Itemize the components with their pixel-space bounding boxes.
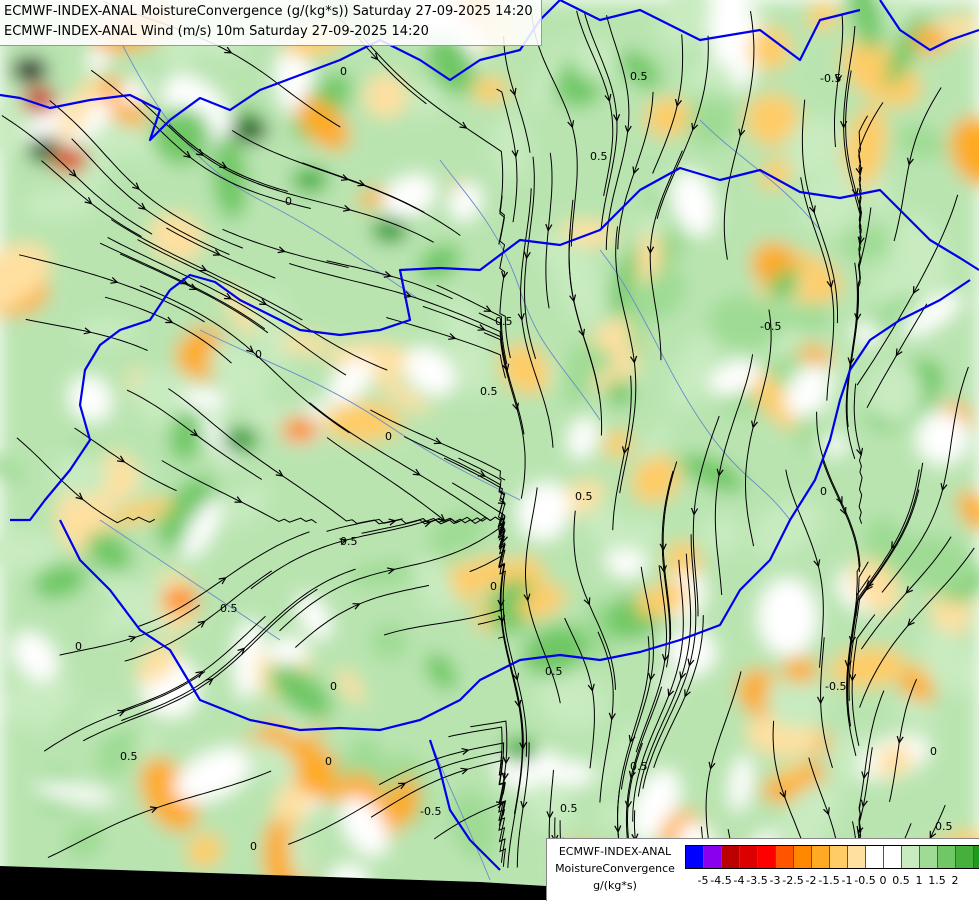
field-cell <box>282 417 318 443</box>
contour-label: 0.5 <box>575 490 593 503</box>
legend-tick: 1.5 <box>928 874 946 887</box>
contour-label: -0.5 <box>420 805 441 818</box>
contour-label: 0.5 <box>480 385 498 398</box>
legend-swatch <box>920 846 938 868</box>
title-wind: ECMWF-INDEX-ANAL Wind (m/s) 10m Saturday… <box>4 24 429 39</box>
legend-swatch <box>884 846 902 868</box>
legend-swatch <box>686 846 704 868</box>
legend-tick: -4 <box>733 874 745 887</box>
legend-swatch <box>848 846 866 868</box>
field-cell <box>232 117 268 143</box>
title-moisture-convergence: ECMWF-INDEX-ANAL MoistureConvergence (g/… <box>4 4 533 19</box>
legend-variable: MoistureConvergence <box>555 862 675 875</box>
color-legend: ECMWF-INDEX-ANAL MoistureConvergence g/(… <box>546 838 979 901</box>
contour-label: 0 <box>285 195 292 208</box>
legend-tick-labels: -5 -4.5 -4 -3.5 -3 -2.5 -2 -1.5 -1 -0.5 0 0.5 1 1.5 2 <box>685 874 975 888</box>
field-cell <box>222 427 258 453</box>
contour-label: 0 <box>820 485 827 498</box>
legend-swatch <box>740 846 758 868</box>
legend-swatch <box>812 846 830 868</box>
legend-tick: 1 <box>915 874 923 887</box>
field-cell <box>782 657 818 683</box>
contour-label: 0 <box>330 680 337 693</box>
legend-tick: -0.5 <box>854 874 876 887</box>
legend-tick: -2.5 <box>782 874 804 887</box>
field-cell <box>52 147 88 173</box>
contour-label: -0.5 <box>820 72 841 85</box>
contour-label: 0.5 <box>545 665 563 678</box>
contour-label: 0 <box>255 348 262 361</box>
contour-label: 0.5 <box>590 150 608 163</box>
legend-tick: -5 <box>697 874 709 887</box>
legend-swatch <box>794 846 812 868</box>
legend-tick: 0.5 <box>892 874 910 887</box>
legend-model: ECMWF-INDEX-ANAL <box>558 845 672 858</box>
legend-swatch <box>956 846 974 868</box>
contour-label: 0.5 <box>340 535 358 548</box>
field-cell <box>372 217 408 243</box>
contour-label: 0.5 <box>560 802 578 815</box>
contour-label: -0.5 <box>825 680 846 693</box>
contour-label: 0 <box>75 640 82 653</box>
contour-label: 0.5 <box>120 750 138 763</box>
legend-color-scale <box>685 845 979 869</box>
legend-swatch <box>902 846 920 868</box>
field-cell <box>12 57 48 83</box>
legend-swatch <box>866 846 884 868</box>
legend-swatch <box>776 846 794 868</box>
legend-tick: -1 <box>841 874 853 887</box>
contour-label: 0 <box>930 745 937 758</box>
weather-map: 0 0.5 -0.50.500.500.5-0.500.5 00.500.5000.5… <box>0 0 979 900</box>
legend-tick: -4.5 <box>710 874 732 887</box>
contour-label: 0.5 <box>935 820 953 833</box>
legend-tick: 2 <box>951 874 959 887</box>
legend-tick: 0 <box>879 874 887 887</box>
legend-swatch <box>938 846 956 868</box>
contour-label: 0.5 <box>495 315 513 328</box>
map-title-box: ECMWF-INDEX-ANAL MoistureConvergence (g/… <box>0 0 542 46</box>
contour-label: 0 <box>340 65 347 78</box>
contour-label: -0.5 <box>760 320 781 333</box>
legend-swatch <box>722 846 740 868</box>
field-cell <box>502 737 538 763</box>
contour-label: 0.5 <box>630 70 648 83</box>
legend-swatch <box>758 846 776 868</box>
contour-label: 0.5 <box>630 760 648 773</box>
legend-swatch <box>704 846 722 868</box>
field-cell <box>472 77 508 103</box>
contour-label: 0 <box>385 430 392 443</box>
legend-tick: -1.5 <box>818 874 840 887</box>
legend-tick: -3 <box>769 874 781 887</box>
contour-label: 0.5 <box>220 602 238 615</box>
contour-label: 0 <box>325 755 332 768</box>
contour-label: 0 <box>490 580 497 593</box>
contour-label: 0 <box>250 840 257 853</box>
legend-tick: -3.5 <box>746 874 768 887</box>
legend-unit: g/(kg*s) <box>593 879 637 892</box>
field-cell <box>762 777 798 803</box>
legend-swatch <box>974 846 979 868</box>
legend-tick: -2 <box>805 874 817 887</box>
legend-swatch <box>830 846 848 868</box>
